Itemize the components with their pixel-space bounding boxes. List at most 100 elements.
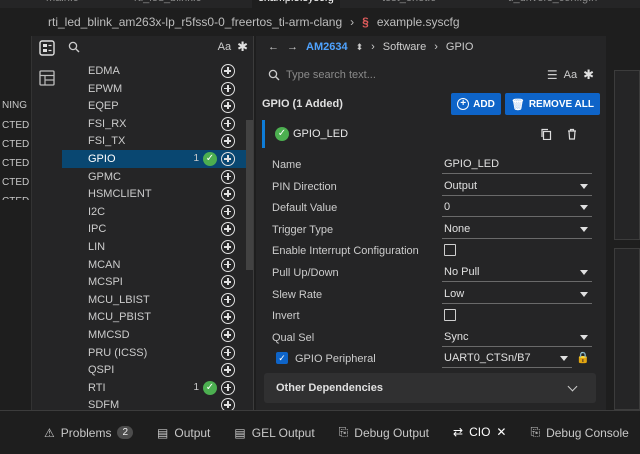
add-circle-icon[interactable] [221, 99, 235, 114]
invert-checkbox[interactable] [444, 309, 456, 322]
tab-output[interactable]: ▤ Output [145, 411, 222, 454]
module-list-scrollbar[interactable] [246, 120, 253, 270]
module-item-eqep[interactable]: EQEP [62, 97, 247, 115]
name-field[interactable]: GPIO_LED [442, 154, 592, 174]
tab-debug-output[interactable]: ⎘ Debug Output [327, 411, 441, 454]
search-icon [268, 69, 280, 81]
module-item-mcu-pbist[interactable]: MCU_PBIST [62, 308, 247, 326]
tab-problems[interactable]: ⚠ Problems 2 [32, 411, 145, 454]
config-search-input[interactable]: Type search text... [286, 69, 541, 81]
module-item-ipc[interactable]: IPC [62, 220, 247, 238]
add-circle-icon[interactable] [221, 345, 235, 360]
module-item-label: EDMA [88, 65, 120, 77]
property-label: Default Value [272, 202, 338, 215]
module-item-fsi-rx[interactable]: FSI_RX [62, 115, 247, 133]
trigger-type-select[interactable]: None [442, 219, 592, 239]
close-icon[interactable]: ✕ [496, 425, 506, 439]
module-item-hsmclient[interactable]: HSMCLIENT [62, 185, 247, 203]
match-case-icon[interactable]: Aa [218, 41, 231, 53]
add-circle-icon[interactable] [221, 292, 235, 307]
filter-icon[interactable]: ✱ [237, 39, 248, 55]
gpio-peripheral-checkbox[interactable]: ✓ [276, 352, 288, 365]
add-circle-icon[interactable] [221, 152, 235, 166]
pin-direction-select[interactable]: Output [442, 176, 592, 196]
back-arrow-icon[interactable]: ← [268, 41, 279, 53]
device-dropdown-icon[interactable]: ⬍ [356, 42, 364, 53]
add-circle-icon[interactable] [221, 310, 235, 325]
module-item-qspi[interactable]: QSPI [62, 361, 247, 379]
property-label: Slew Rate [272, 288, 323, 301]
module-item-gpio[interactable]: GPIO 1 ✓ [62, 150, 247, 168]
qual-sel-select[interactable]: Sync [442, 327, 592, 347]
add-circle-icon[interactable] [221, 328, 235, 342]
add-circle-icon[interactable] [221, 380, 235, 395]
add-circle-icon[interactable] [221, 81, 235, 96]
add-circle-icon[interactable] [221, 275, 235, 290]
module-item-mcu-lbist[interactable]: MCU_LBIST [62, 291, 247, 309]
property-label: Invert [272, 310, 300, 323]
add-circle-icon[interactable] [221, 204, 235, 219]
add-circle-icon[interactable] [221, 240, 235, 254]
breadcrumb-project[interactable]: rti_led_blink_am263x-lp_r5fss0-0_freerto… [48, 15, 342, 29]
module-item-label: GPIO [88, 153, 116, 165]
slew-rate-select[interactable]: Low [442, 284, 592, 304]
module-item-lin[interactable]: LIN [62, 238, 247, 256]
copy-icon[interactable] [540, 128, 552, 140]
filter-icon[interactable]: ✱ [583, 67, 594, 83]
add-circle-icon[interactable] [221, 222, 235, 237]
module-item-mcspi[interactable]: MCSPI [62, 273, 247, 291]
pull-up-down-select[interactable]: No Pull [442, 262, 592, 282]
property-label: Qual Sel [272, 331, 315, 344]
add-circle-icon[interactable] [221, 363, 235, 378]
module-item-rti[interactable]: RTI 1 ✓ [62, 379, 247, 397]
tab-rti-led-blink-c[interactable]: rti_led_blink.c [134, 0, 201, 8]
tab-example-syscfg[interactable]: example.syscfg [252, 0, 340, 8]
tab-debug-console[interactable]: ⎘ Debug Console [518, 411, 640, 454]
module-item-i2c[interactable]: I2C [62, 203, 247, 221]
tab-main-c[interactable]: main.c [46, 0, 78, 8]
module-item-label: FSI_TX [88, 135, 126, 148]
tab-cio[interactable]: ⇄ CIO ✕ [441, 411, 519, 454]
tab-gel-output[interactable]: ▤ GEL Output [222, 411, 326, 454]
hardware-view-icon[interactable] [39, 40, 55, 56]
instance-name: GPIO_LED [293, 128, 349, 140]
default-value-select[interactable]: 0 [442, 197, 592, 218]
gpio-peripheral-select[interactable]: UART0_CTSn/B7 [442, 348, 572, 369]
delete-icon[interactable] [566, 128, 578, 140]
add-circle-icon[interactable] [221, 116, 235, 131]
breadcrumb-file[interactable]: example.syscfg [377, 15, 460, 29]
add-circle-icon[interactable] [221, 187, 235, 202]
module-item-edma[interactable]: EDMA [62, 62, 247, 80]
module-item-pru-icss[interactable]: PRU (ICSS) [62, 344, 247, 362]
generated-files-icon[interactable] [39, 70, 55, 86]
module-item-epwm[interactable]: EPWM [62, 80, 247, 98]
add-button[interactable]: + ADD [451, 93, 501, 115]
add-circle-icon[interactable] [221, 169, 235, 184]
crumb-software[interactable]: Software [383, 41, 426, 53]
module-item-mmcsd[interactable]: MMCSD [62, 326, 247, 344]
module-item-fsi-tx[interactable]: FSI_TX [62, 132, 247, 150]
module-item-gpmc[interactable]: GPMC [62, 168, 247, 186]
match-case-icon[interactable]: Aa [564, 69, 577, 81]
list-view-icon[interactable]: ☰ [547, 68, 558, 82]
tab-ti-drivers-config-h[interactable]: ti_drivers_config.h [508, 0, 597, 8]
lock-icon[interactable]: 🔒 [576, 351, 590, 364]
crumb-module: GPIO [445, 41, 474, 53]
instance-card[interactable]: ✓ GPIO_LED [262, 120, 600, 148]
add-circle-icon[interactable] [221, 257, 235, 272]
other-dependencies-section[interactable]: Other Dependencies [264, 373, 596, 403]
tab-test-enet-c[interactable]: test_enet.c [382, 0, 436, 8]
property-qual-sel: Qual Sel Sync [256, 327, 606, 349]
add-circle-icon[interactable] [221, 134, 235, 149]
module-item-label: EQEP [88, 100, 119, 113]
check-circle-icon: ✓ [203, 380, 217, 395]
remove-all-button[interactable]: 🗑 REMOVE ALL [504, 93, 600, 115]
add-circle-icon[interactable] [221, 64, 235, 78]
property-label: PIN Direction [272, 180, 337, 193]
device-selector[interactable]: AM2634 [306, 41, 348, 53]
module-item-mcan[interactable]: MCAN [62, 256, 247, 274]
forward-arrow-icon[interactable]: → [287, 41, 298, 53]
enable-interrupt-configuration-checkbox[interactable] [444, 244, 456, 257]
strip-row: CTED [2, 139, 30, 150]
search-icon[interactable] [68, 41, 80, 53]
